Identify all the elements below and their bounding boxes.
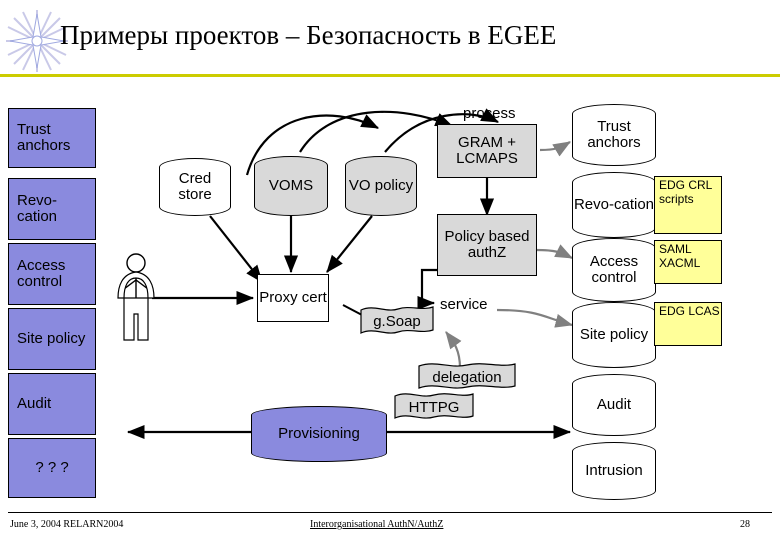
left-stack-label: Revo-cation xyxy=(17,192,58,225)
gsoap-label: g.Soap xyxy=(373,312,421,330)
left-stack-label: Trust anchors xyxy=(17,121,71,154)
proxy-cert-label: Proxy cert xyxy=(259,288,327,306)
right-stack-item-site-policy: Site policy xyxy=(572,302,656,368)
httpg-flag: HTTPG xyxy=(394,392,474,422)
left-stack-item-unknown: ? ? ? xyxy=(8,438,96,498)
right-stack-label: Site policy xyxy=(579,326,649,344)
delegation-flag: delegation xyxy=(418,362,516,392)
cred-store-label: Cred store xyxy=(178,170,212,203)
slide-canvas: Примеры проектов – Безопасность в EGEE T… xyxy=(0,0,780,540)
vo-policy-cylinder: VO policy xyxy=(345,156,417,216)
gsoap-flag: g.Soap xyxy=(360,305,434,337)
left-stack-label: ? ? ? xyxy=(35,459,69,477)
footer-center: Interorganisational AuthN/AuthZ xyxy=(310,519,444,530)
left-stack-item-access-control: Access control xyxy=(8,243,96,305)
right-stack-label: Audit xyxy=(596,396,632,414)
cred-store-cylinder: Cred store xyxy=(159,158,231,216)
right-stack-label: Trust anchors xyxy=(587,118,641,151)
footer-divider xyxy=(8,512,772,513)
right-stack-item-intrusion: Intrusion xyxy=(572,442,656,500)
left-stack-label: Access control xyxy=(17,257,66,290)
note-label: EDG CRL scripts xyxy=(659,178,712,206)
sun-burst-icon xyxy=(6,10,68,72)
policy-based-authz-label: Policy based authZ xyxy=(444,227,530,261)
voms-label: VOMS xyxy=(268,177,314,195)
vo-policy-label: VO policy xyxy=(348,177,414,195)
person-icon xyxy=(110,252,162,344)
page-title: Примеры проектов – Безопасность в EGEE xyxy=(60,20,557,50)
note-label: SAML XACML xyxy=(659,242,701,270)
left-stack-label: Site policy xyxy=(17,330,86,348)
voms-cylinder: VOMS xyxy=(254,156,328,216)
proxy-cert-box: Proxy cert xyxy=(257,274,329,322)
right-stack-item-access-control: Access control xyxy=(572,238,656,302)
right-stack-item-trust-anchors: Trust anchors xyxy=(572,104,656,166)
right-stack-label: Intrusion xyxy=(585,462,643,480)
note-edg-lcas: EDG LCAS xyxy=(654,302,722,346)
httpg-label: HTTPG xyxy=(408,398,460,416)
footer-page-number: 28 xyxy=(740,519,750,530)
left-stack-item-revocation: Revo-cation xyxy=(8,178,96,240)
title-divider xyxy=(0,74,780,77)
policy-based-authz-box: Policy based authZ xyxy=(437,214,537,276)
provisioning-label: Provisioning xyxy=(278,425,360,443)
provisioning-cylinder: Provisioning xyxy=(251,406,387,462)
delegation-label: delegation xyxy=(432,368,502,386)
note-saml-xacml: SAML XACML xyxy=(654,240,722,284)
gram-lcmaps-label: GRAM + LCMAPS xyxy=(456,133,518,167)
left-stack-item-site-policy: Site policy xyxy=(8,308,96,370)
right-stack-item-audit: Audit xyxy=(572,374,656,436)
right-stack-label: Revo-cation xyxy=(573,196,655,214)
note-edg-crl-scripts: EDG CRL scripts xyxy=(654,176,722,234)
note-label: EDG LCAS xyxy=(659,304,720,318)
gram-lcmaps-box: GRAM + LCMAPS xyxy=(437,124,537,178)
process-label: process xyxy=(463,105,516,122)
right-stack-label: Access control xyxy=(589,253,639,286)
service-label: service xyxy=(440,296,488,313)
left-stack-item-trust-anchors: Trust anchors xyxy=(8,108,96,168)
left-stack-item-audit: Audit xyxy=(8,373,96,435)
left-stack-label: Audit xyxy=(17,395,52,413)
right-stack-item-revocation: Revo-cation xyxy=(572,172,656,238)
footer-left: June 3, 2004 RELARN2004 xyxy=(10,519,124,530)
